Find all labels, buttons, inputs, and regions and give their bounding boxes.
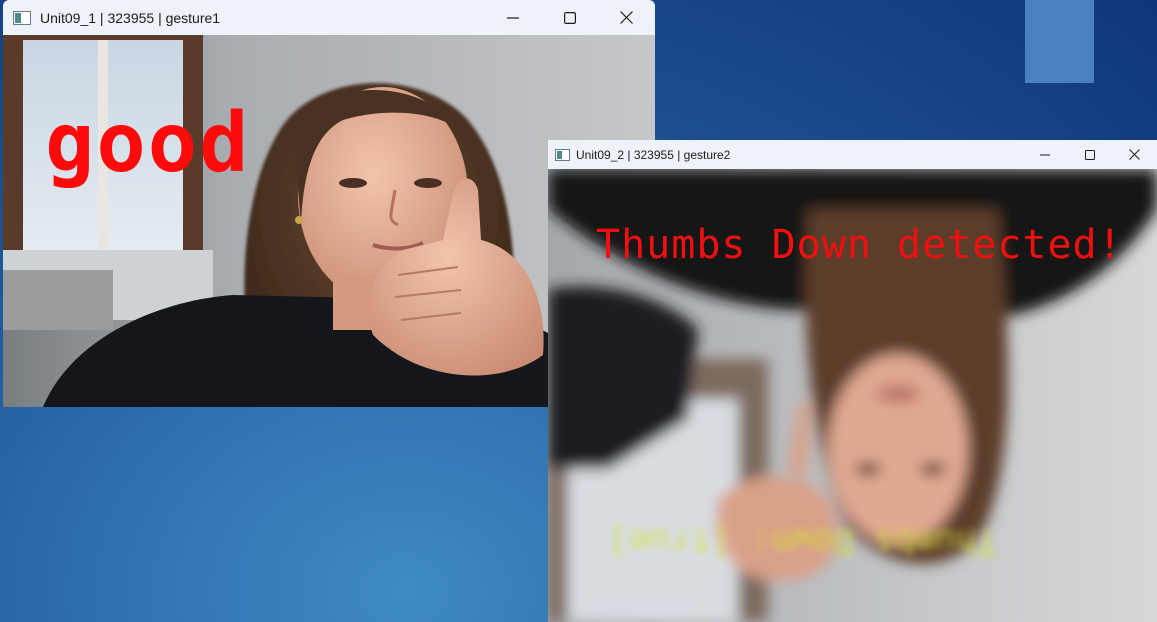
close-button[interactable] [1112, 140, 1157, 169]
window-titlebar[interactable]: Unit09_1 | 323955 | gesture1 [3, 0, 655, 35]
close-icon [620, 11, 633, 24]
maximize-icon [563, 11, 576, 24]
maximize-icon [1084, 149, 1095, 160]
minimize-button[interactable] [1022, 140, 1067, 169]
window-titlebar[interactable]: Unit09_2 | 323955 | gesture2 [548, 140, 1157, 169]
gesture-status-blurred: Thumbs Down: [true] [608, 521, 997, 561]
camera-window-gesture2[interactable]: Thumbs Down detected! Thumbs Down: [true… [548, 140, 1157, 622]
camera-feed: Thumbs Down detected! Thumbs Down: [true… [548, 169, 1157, 622]
gesture-label-thumbs-down: Thumbs Down detected! [596, 222, 1123, 268]
close-icon [1129, 149, 1140, 160]
close-button[interactable] [598, 0, 655, 35]
window-title: Unit09_1 | 323955 | gesture1 [40, 9, 221, 26]
window-controls [1022, 140, 1157, 169]
maximize-button[interactable] [1067, 140, 1112, 169]
gesture-label-good: good [45, 96, 251, 191]
window-title: Unit09_2 | 323955 | gesture2 [576, 147, 731, 162]
desktop-tile[interactable] [1025, 0, 1094, 83]
minimize-button[interactable] [484, 0, 541, 35]
app-window-icon [13, 10, 31, 25]
maximize-button[interactable] [541, 0, 598, 35]
minimize-icon [506, 16, 519, 19]
window-controls [484, 0, 655, 35]
minimize-icon [1039, 154, 1050, 155]
app-window-icon [555, 148, 570, 161]
